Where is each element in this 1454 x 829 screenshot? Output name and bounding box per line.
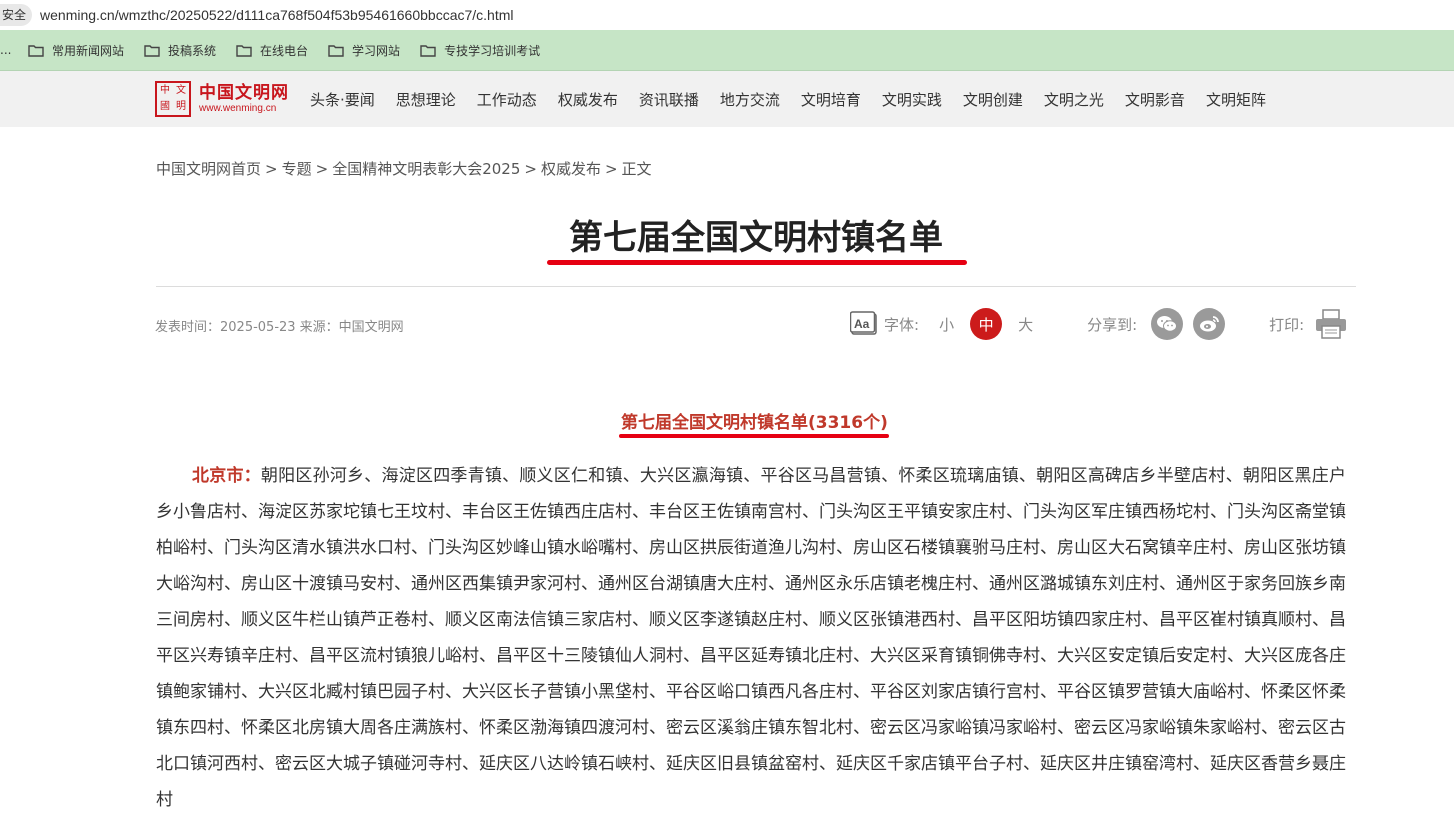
breadcrumb-home[interactable]: 中国文明网首页	[156, 160, 261, 178]
nav-item-cultivation[interactable]: 文明培育	[801, 89, 861, 110]
bookmark-folder-submission[interactable]: 投稿系统	[144, 42, 216, 59]
nav-item-official-release[interactable]: 权威发布	[558, 89, 618, 110]
print-label: 打印:	[1269, 315, 1305, 334]
bookmark-label: 常用新闻网站	[52, 43, 125, 58]
font-size-small-button[interactable]: 小	[939, 314, 954, 335]
logo-name: 中国文明网	[199, 83, 289, 103]
printer-icon[interactable]	[1314, 309, 1348, 339]
folder-icon	[144, 44, 160, 57]
nav-item-practice[interactable]: 文明实践	[882, 89, 942, 110]
bookmark-folder-training[interactable]: 专技学习培训考试	[420, 42, 540, 59]
nav-item-local-exchange[interactable]: 地方交流	[720, 89, 780, 110]
breadcrumb-topic[interactable]: 专题	[282, 160, 312, 178]
region-label: 北京市：	[192, 466, 261, 486]
nav-item-news-feed[interactable]: 资讯联播	[639, 89, 699, 110]
nav-item-media[interactable]: 文明影音	[1125, 89, 1185, 110]
nav-item-headlines[interactable]: 头条·要闻	[310, 89, 375, 110]
url-text[interactable]: wenming.cn/wmzthc/20250522/d111ca768f504…	[40, 7, 513, 23]
list-subtitle: 第七届全国文明村镇名单(3316个)	[621, 413, 888, 433]
svg-text:Aa: Aa	[854, 317, 870, 331]
logo-domain: www.wenming.cn	[199, 103, 277, 114]
bookmark-folder-study[interactable]: 学习网站	[328, 42, 400, 59]
font-size-label: 字体:	[884, 315, 920, 334]
breadcrumb-section[interactable]: 权威发布	[541, 160, 601, 178]
nav-item-light[interactable]: 文明之光	[1044, 89, 1104, 110]
subtitle-underline	[619, 434, 889, 438]
wechat-share-icon[interactable]	[1151, 308, 1184, 340]
nav-item-work-news[interactable]: 工作动态	[477, 89, 537, 110]
folder-icon	[420, 44, 436, 57]
article-title: 第七届全国文明村镇名单	[569, 218, 943, 258]
article-meta: 发表时间：2025-05-23 来源：中国文明网	[155, 320, 404, 335]
article-tools: Aa 字体: 小 中 大 分享到: 打印:	[850, 306, 1348, 342]
folder-icon	[328, 44, 344, 57]
bookmark-folder-news[interactable]: 常用新闻网站	[28, 42, 124, 59]
address-bar[interactable]: 安全 wenming.cn/wmzthc/20250522/d111ca768f…	[0, 0, 1454, 30]
font-size-large-button[interactable]: 大	[1018, 314, 1033, 335]
bookmarks-overflow[interactable]: ...	[0, 43, 28, 57]
nav-item-theory[interactable]: 思想理论	[396, 89, 456, 110]
bookmarks-bar: ... 常用新闻网站 投稿系统 在线电台 学习网站 专技学习培训考试	[0, 30, 1454, 71]
article-body: 北京市：朝阳区孙河乡、海淀区四季青镇、顺义区仁和镇、大兴区瀛海镇、平谷区马昌营镇…	[156, 458, 1346, 818]
site-navbar: 中 文 國 明 中国文明网 www.wenming.cn 头条·要闻 思想理论 …	[0, 71, 1454, 127]
folder-icon	[28, 44, 44, 57]
nav-item-creation[interactable]: 文明创建	[963, 89, 1023, 110]
site-logo[interactable]: 中 文 國 明 中国文明网 www.wenming.cn	[155, 81, 289, 117]
weibo-share-icon[interactable]	[1193, 308, 1226, 340]
breadcrumb: 中国文明网首页 > 专题 > 全国精神文明表彰大会2025 > 权威发布 > 正文	[156, 160, 652, 178]
font-size-icon: Aa	[850, 311, 877, 335]
bookmark-label: 在线电台	[260, 43, 309, 58]
share-label: 分享到:	[1087, 315, 1138, 334]
bookmark-label: 专技学习培训考试	[444, 43, 541, 58]
nav-item-matrix[interactable]: 文明矩阵	[1206, 89, 1266, 110]
logo-seal-icon: 中 文 國 明	[155, 81, 191, 117]
title-underline	[547, 260, 967, 265]
bookmark-folder-radio[interactable]: 在线电台	[236, 42, 308, 59]
bookmark-label: 学习网站	[352, 43, 401, 58]
font-size-medium-button[interactable]: 中	[970, 308, 1003, 340]
folder-icon	[236, 44, 252, 57]
main-nav: 头条·要闻 思想理论 工作动态 权威发布 资讯联播 地方交流 文明培育 文明实践…	[310, 71, 1287, 127]
secure-badge[interactable]: 安全	[0, 4, 33, 26]
breadcrumb-current: 正文	[621, 160, 652, 178]
bookmark-label: 投稿系统	[168, 43, 217, 58]
divider	[156, 286, 1356, 287]
village-list: 朝阳区孙河乡、海淀区四季青镇、顺义区仁和镇、大兴区瀛海镇、平谷区马昌营镇、怀柔区…	[156, 466, 1347, 810]
breadcrumb-event[interactable]: 全国精神文明表彰大会2025	[332, 160, 520, 178]
